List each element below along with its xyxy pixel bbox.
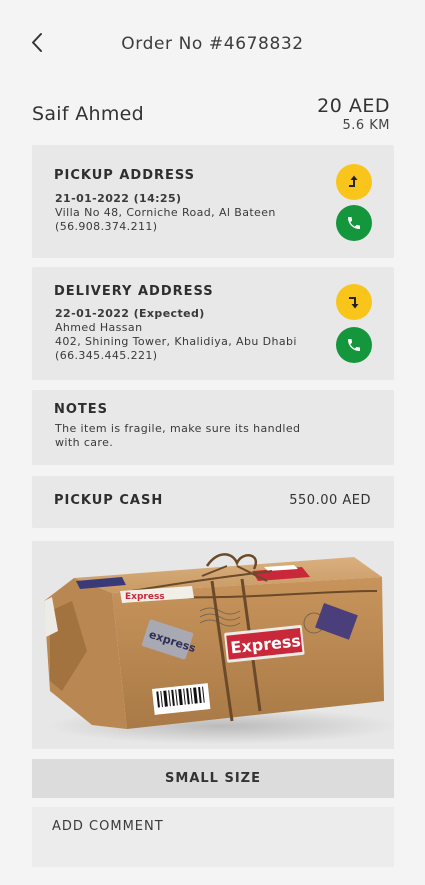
package-image: Express express Express [32,541,394,749]
pickup-phone: (56.908.374.211) [55,220,158,233]
notes-card: NOTES The item is fragile, make sure its… [32,390,394,465]
pickup-navigate-button[interactable] [336,164,372,200]
page-title: Order No #4678832 [121,34,304,54]
delivery-phone: (66.345.445.221) [55,349,158,362]
delivery-navigate-button[interactable] [336,284,372,320]
pickup-cash-amount: 550.00 AED [289,493,371,508]
delivery-call-button[interactable] [336,327,372,363]
header: Order No #4678832 [0,0,425,90]
delivery-address: 402, Shining Tower, Khalidiya, Abu Dhabi [55,335,297,348]
fare-amount: 20 AED [317,95,390,117]
navigate-turn-icon [349,175,358,187]
pickup-cash-card: PICKUP CASH 550.00 AED [32,476,394,528]
navigate-turn-icon [349,297,359,309]
add-comment-field[interactable]: ADD COMMENT [32,807,394,867]
parcel-illustration: Express express Express [44,553,394,744]
delivery-recipient: Ahmed Hassan [55,321,143,334]
notes-title: NOTES [54,402,109,417]
delivery-address-title: DELIVERY ADDRESS [54,284,214,299]
pickup-address: Villa No 48, Corniche Road, Al Bateen [55,206,276,219]
customer-name: Saif Ahmed [32,103,145,125]
size-label: SMALL SIZE [165,771,261,786]
phone-icon [348,217,360,229]
express-label-top: Express [125,592,165,602]
pickup-address-card: PICKUP ADDRESS 21-01-2022 (14:25) Villa … [32,145,394,258]
pickup-datetime: 21-01-2022 (14:25) [55,192,182,205]
delivery-address-card: DELIVERY ADDRESS 22-01-2022 (Expected) A… [32,267,394,380]
notes-text: The item is fragile, make sure its handl… [55,422,301,449]
phone-icon [348,339,360,351]
distance: 5.6 KM [342,118,390,133]
pickup-call-button[interactable] [336,205,372,241]
add-comment-label: ADD COMMENT [52,819,164,834]
pickup-cash-title: PICKUP CASH [54,493,164,508]
delivery-datetime: 22-01-2022 (Expected) [55,307,205,320]
pickup-address-title: PICKUP ADDRESS [54,168,196,183]
size-indicator: SMALL SIZE [32,759,394,798]
